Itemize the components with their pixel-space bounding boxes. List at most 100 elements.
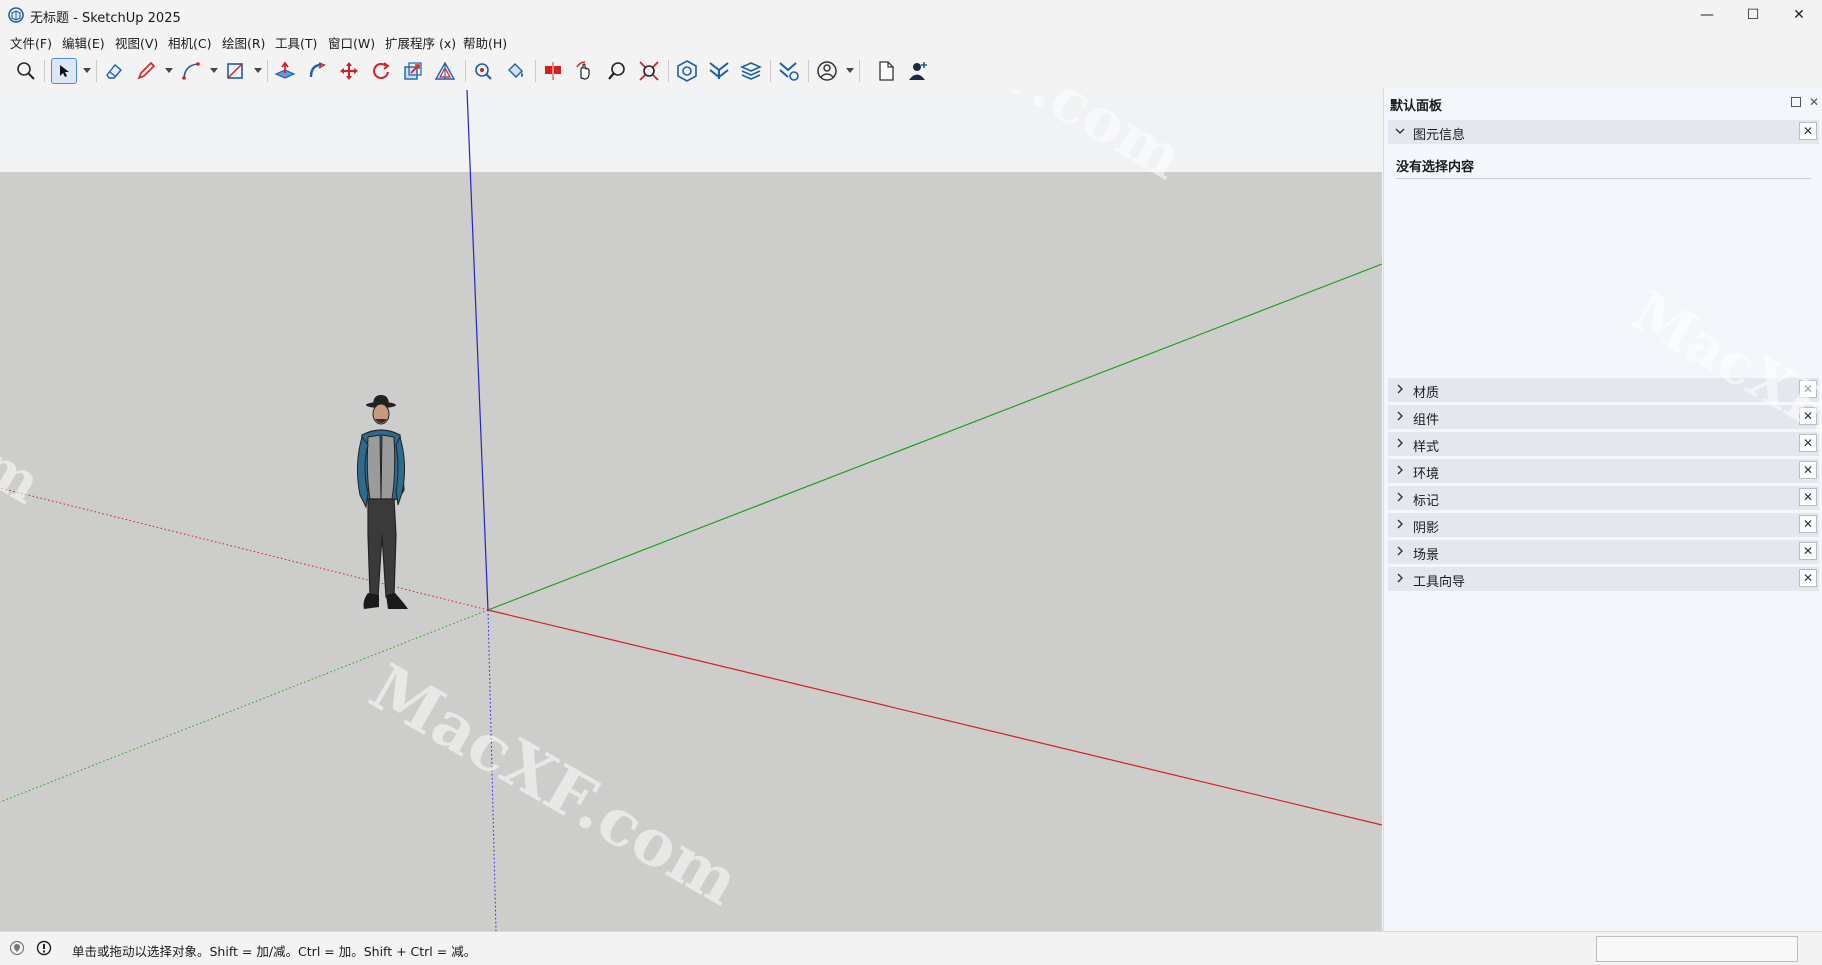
toolbar-separator xyxy=(465,60,466,82)
arc-icon[interactable] xyxy=(178,58,204,84)
profile-dropdown-icon[interactable] xyxy=(846,68,854,74)
close-icon[interactable]: ✕ xyxy=(1799,461,1817,479)
menu-file[interactable]: 文件(F) xyxy=(10,33,52,52)
main-toolbar xyxy=(0,52,1822,91)
chevron-right-icon xyxy=(1397,519,1403,529)
sketchup-app-icon xyxy=(8,7,24,23)
trimble-connect-icon[interactable] xyxy=(776,58,802,84)
push-pull-icon[interactable] xyxy=(272,58,298,84)
divider xyxy=(1396,178,1811,179)
arc-dropdown-icon[interactable] xyxy=(210,68,218,74)
add-user-icon[interactable] xyxy=(905,58,931,84)
chevron-right-icon xyxy=(1397,465,1403,475)
section-scenes[interactable]: 场景 ✕ xyxy=(1388,540,1819,564)
section-label: 样式 xyxy=(1413,440,1440,455)
status-bar: 单击或拖动以选择对象。Shift = 加/减。Ctrl = 加。Shift + … xyxy=(0,931,1822,965)
close-window-button[interactable]: ✕ xyxy=(1776,0,1822,30)
pencil-icon[interactable] xyxy=(133,58,159,84)
select-dropdown-icon[interactable] xyxy=(83,68,91,74)
orbit-icon[interactable] xyxy=(572,58,598,84)
section-entity-info[interactable]: 图元信息 ✕ xyxy=(1388,120,1819,144)
section-label: 图元信息 xyxy=(1413,128,1466,143)
info-icon[interactable] xyxy=(36,940,52,956)
chevron-right-icon xyxy=(1397,573,1403,583)
chevron-right-icon xyxy=(1397,546,1403,556)
selection-status: 没有选择内容 xyxy=(1396,160,1475,175)
section-styles[interactable]: 样式 ✕ xyxy=(1388,432,1819,456)
menu-edit[interactable]: 编辑(E) xyxy=(62,33,105,52)
offset-icon[interactable] xyxy=(432,58,458,84)
section-label: 标记 xyxy=(1413,494,1440,509)
tray-title: 默认面板 xyxy=(1390,99,1443,114)
green-axis xyxy=(487,263,1382,611)
profile-icon[interactable] xyxy=(814,58,840,84)
chevron-right-icon xyxy=(1397,438,1403,448)
menu-extensions[interactable]: 扩展程序 (x) xyxy=(385,33,456,52)
toolbar-separator xyxy=(44,60,45,82)
chevron-right-icon xyxy=(1397,411,1403,421)
section-label: 环境 xyxy=(1413,467,1440,482)
layout-icon[interactable] xyxy=(738,58,764,84)
menu-window[interactable]: 窗口(W) xyxy=(328,33,375,52)
close-tray-icon[interactable]: ✕ xyxy=(1809,95,1819,109)
toolbar-separator xyxy=(535,60,536,82)
section-label: 工具向导 xyxy=(1413,575,1466,590)
move-icon[interactable] xyxy=(336,58,362,84)
tape-measure-icon[interactable] xyxy=(470,58,496,84)
toolbar-separator xyxy=(859,60,860,82)
section-shadows[interactable]: 阴影 ✕ xyxy=(1388,513,1819,537)
eraser-icon[interactable] xyxy=(101,58,127,84)
extension-warehouse-icon[interactable] xyxy=(706,58,732,84)
follow-me-icon[interactable] xyxy=(304,58,330,84)
select-icon[interactable] xyxy=(51,58,77,84)
default-tray: 默认面板 ✕ 图元信息 ✕ 没有选择内容 材质 ✕ 组件 ✕ 样式 ✕ 环境 ✕… xyxy=(1383,88,1822,931)
close-icon[interactable]: ✕ xyxy=(1799,515,1817,533)
toolbar-separator xyxy=(770,60,771,82)
toolbar-separator xyxy=(96,60,97,82)
scale-icon[interactable] xyxy=(400,58,426,84)
status-message: 单击或拖动以选择对象。Shift = 加/减。Ctrl = 加。Shift + … xyxy=(72,944,477,959)
menu-tools[interactable]: 工具(T) xyxy=(275,33,317,52)
menu-view[interactable]: 视图(V) xyxy=(115,33,158,52)
new-file-icon[interactable] xyxy=(873,58,899,84)
measurements-box[interactable] xyxy=(1596,936,1798,962)
human-figure xyxy=(356,395,408,609)
maximize-button[interactable]: ☐ xyxy=(1730,0,1776,30)
pan-icon[interactable] xyxy=(604,58,630,84)
rotate-icon[interactable] xyxy=(368,58,394,84)
rectangle-icon[interactable] xyxy=(222,58,248,84)
title-bar: 无标题 - SketchUp 2025 — ☐ ✕ xyxy=(0,0,1822,30)
axes-canvas xyxy=(0,90,1382,931)
geolocation-icon[interactable] xyxy=(9,940,25,956)
paint-bucket-icon[interactable] xyxy=(502,58,528,84)
section-label: 阴影 xyxy=(1413,521,1440,536)
blue-axis xyxy=(466,90,489,611)
close-icon[interactable]: ✕ xyxy=(1799,569,1817,587)
warehouse-icon[interactable] xyxy=(674,58,700,84)
zoom-icon[interactable] xyxy=(13,58,39,84)
drawing-viewport[interactable]: MacXF.com MacXF.com MacXF.com xyxy=(0,90,1382,931)
section-label: 场景 xyxy=(1413,548,1440,563)
menu-help[interactable]: 帮助(H) xyxy=(463,33,507,52)
section-label: 组件 xyxy=(1413,413,1440,428)
toolbar-separator xyxy=(267,60,268,82)
zoom-extents-icon[interactable] xyxy=(636,58,662,84)
toolbar-separator xyxy=(668,60,669,82)
pencil-dropdown-icon[interactable] xyxy=(165,68,173,74)
pin-icon[interactable] xyxy=(1791,97,1801,107)
menu-draw[interactable]: 绘图(R) xyxy=(222,33,265,52)
section-instructor[interactable]: 工具向导 ✕ xyxy=(1388,567,1819,591)
chevron-right-icon xyxy=(1397,384,1403,394)
minimize-button[interactable]: — xyxy=(1684,0,1730,30)
rectangle-dropdown-icon[interactable] xyxy=(254,68,262,74)
close-icon[interactable]: ✕ xyxy=(1799,122,1817,140)
section-plane-icon[interactable] xyxy=(540,58,566,84)
section-tags[interactable]: 标记 ✕ xyxy=(1388,486,1819,510)
close-icon[interactable]: ✕ xyxy=(1799,488,1817,506)
menu-bar: 文件(F) 编辑(E) 视图(V) 相机(C) 绘图(R) 工具(T) 窗口(W… xyxy=(0,30,1822,52)
chevron-right-icon xyxy=(1397,492,1403,502)
menu-camera[interactable]: 相机(C) xyxy=(168,33,211,52)
chevron-down-icon xyxy=(1395,128,1405,134)
section-environment[interactable]: 环境 ✕ xyxy=(1388,459,1819,483)
close-icon[interactable]: ✕ xyxy=(1799,542,1817,560)
